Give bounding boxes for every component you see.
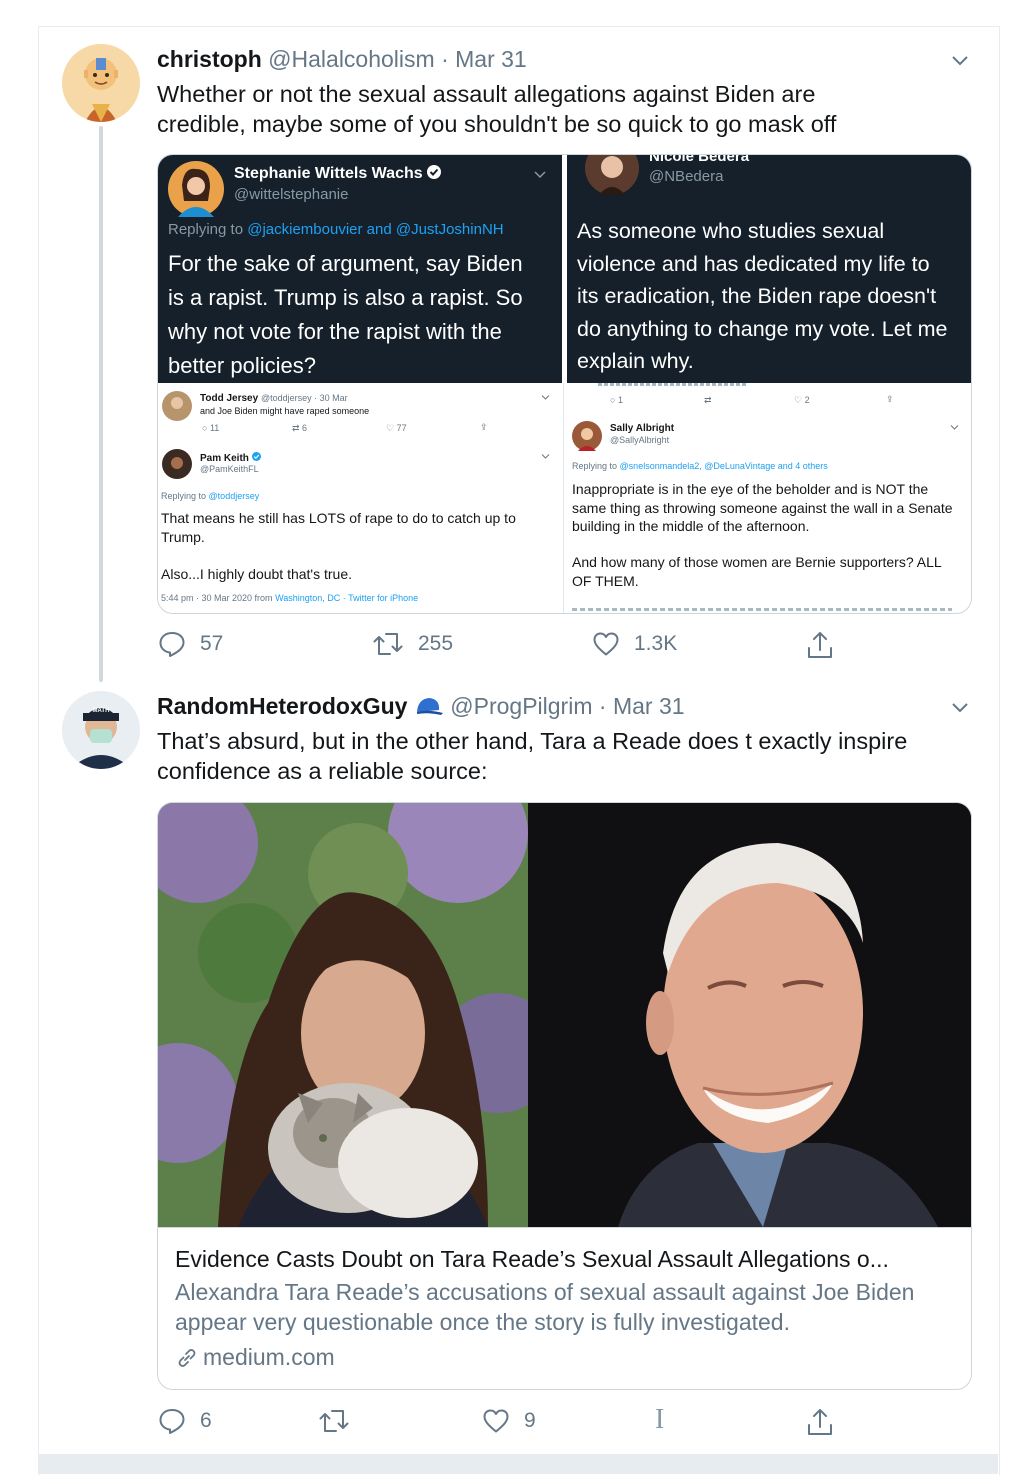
chevron-down-icon[interactable] [951, 52, 969, 70]
tweet-header: RandomHeterodoxGuy @ProgPilgrim · Mar 31 [157, 693, 685, 719]
link-icon [178, 1348, 196, 1367]
quoted-user-name: Sally Albright [610, 423, 675, 434]
screenshot-divider [563, 383, 564, 613]
chevron-down-icon [534, 171, 546, 179]
share-button[interactable] [806, 1407, 834, 1437]
heart-icon [593, 632, 619, 656]
replying-to: Replying to @snelsonmandela2, @DeLunaVin… [572, 461, 828, 471]
reply-icon [159, 632, 185, 657]
reply-count: ○ 1 [610, 395, 623, 405]
chevron-down-icon [541, 454, 550, 459]
quoted-user-name: Todd Jersey @toddjersey · 30 Mar [200, 393, 348, 404]
retweet-icon: ⇄ [704, 395, 712, 405]
avatar [168, 161, 224, 217]
quoted-user-handle: @PamKeithFL [200, 464, 259, 474]
display-name[interactable]: christoph [157, 46, 262, 72]
chevron-down-icon [541, 395, 550, 400]
screenshot-dark-left: Stephanie Wittels Wachs @wittelstephanie… [158, 155, 562, 383]
share-button[interactable] [806, 630, 834, 660]
replying-to: Replying to @toddjersey [161, 491, 260, 501]
user-handle[interactable]: @Halalcoholism [268, 46, 435, 72]
quoted-user-handle: @wittelstephanie [234, 186, 349, 203]
svg-text:MATH: MATH [93, 708, 110, 714]
share-icon [808, 1409, 832, 1435]
tweet-text: Whether or not the sexual assault allega… [157, 81, 837, 137]
retweet-button[interactable]: 255 [372, 630, 453, 658]
reply-button[interactable]: 57 [158, 630, 223, 658]
like-button[interactable]: 1.3K [592, 630, 677, 658]
quoted-tweet-body: and Joe Biden might have raped someone [200, 406, 370, 416]
reply-count: 57 [200, 632, 224, 655]
quoted-tweet-body: Inappropriate is in the eye of the behol… [572, 481, 953, 534]
like-count: 9 [524, 1409, 536, 1432]
quoted-user-handle: @NBedera [649, 168, 724, 185]
thread-connector [99, 126, 103, 682]
card-domain[interactable]: medium.com [175, 1344, 335, 1371]
reply-count: ○ 11 [202, 423, 220, 433]
tweet-meta: 5:44 pm · 30 Mar 2020 from Washington, D… [161, 593, 419, 603]
tweet-header: christoph @Halalcoholism · Mar 31 [157, 46, 527, 72]
like-count: ♡ 2 [794, 395, 810, 405]
card-description: Alexandra Tara Reade’s accusations of se… [175, 1279, 915, 1335]
quoted-tweet-body: Also...I highly doubt that's true. [161, 566, 353, 582]
card-image-right [528, 803, 971, 1227]
share-icon: ⇪ [480, 422, 488, 432]
like-button[interactable]: 9 [482, 1407, 536, 1435]
retweet-count: 255 [418, 632, 454, 655]
card-title[interactable]: Evidence Casts Doubt on Tara Reade’s Sex… [175, 1246, 889, 1273]
share-icon: ⇪ [886, 394, 894, 404]
tweet-date[interactable]: Mar 31 [613, 693, 685, 719]
cap-emoji-icon [416, 698, 443, 715]
quoted-user-name: Nicole Bedera [649, 154, 750, 165]
replying-to: Replying to @jackiembouvier and @JustJos… [168, 221, 504, 238]
quoted-tweet-body: For the sake of argument, say Biden is a… [168, 251, 523, 378]
retweet-icon [373, 633, 403, 655]
user-handle[interactable]: @ProgPilgrim [450, 693, 592, 719]
reply-button[interactable]: 6 [158, 1407, 212, 1435]
avatar [585, 155, 639, 195]
chevron-down-icon [950, 425, 959, 430]
avatar[interactable] [62, 44, 140, 122]
quoted-user-name: Pam Keith [200, 452, 261, 464]
avatar [162, 391, 192, 421]
tweet-date[interactable]: Mar 31 [455, 46, 527, 72]
verified-icon [251, 452, 261, 461]
retweet-icon [319, 1410, 349, 1432]
attached-screenshot[interactable]: Stephanie Wittels Wachs @wittelstephanie… [157, 154, 972, 614]
verified-icon [427, 165, 442, 179]
chevron-down-icon[interactable] [951, 699, 969, 717]
avatar[interactable]: MATH [62, 691, 140, 769]
like-count: ♡ 77 [386, 423, 407, 433]
quoted-tweet-body: And how many of those women are Bernie s… [572, 554, 942, 589]
screenshot-dark-right: Nicole Bedera @NBedera As someone who st… [567, 155, 971, 383]
heart-icon [483, 1409, 509, 1433]
timeline-divider [38, 1454, 998, 1474]
reply-icon [159, 1409, 185, 1434]
quoted-tweet-body: As someone who studies sexual violence a… [577, 219, 948, 373]
retweet-button[interactable] [318, 1407, 350, 1435]
quoted-tweet-body: That means he still has LOTS of rape to … [161, 510, 516, 545]
avatar [572, 421, 602, 451]
card-image-left [158, 803, 528, 1227]
reply-count: 6 [200, 1409, 212, 1432]
avatar [162, 449, 192, 479]
like-count: 1.3K [634, 632, 678, 655]
quoted-user-name: Stephanie Wittels Wachs [234, 165, 442, 183]
text-cursor-icon: I [655, 1404, 665, 1435]
link-card[interactable]: Evidence Casts Doubt on Tara Reade’s Sex… [157, 802, 972, 1390]
retweet-count: ⇄ 6 [292, 423, 308, 433]
display-name[interactable]: RandomHeterodoxGuy [157, 693, 407, 719]
share-icon [808, 632, 832, 658]
tweet-text: That’s absurd, but in the other hand, Ta… [157, 728, 908, 784]
quoted-user-handle: @SallyAlbright [610, 435, 670, 445]
